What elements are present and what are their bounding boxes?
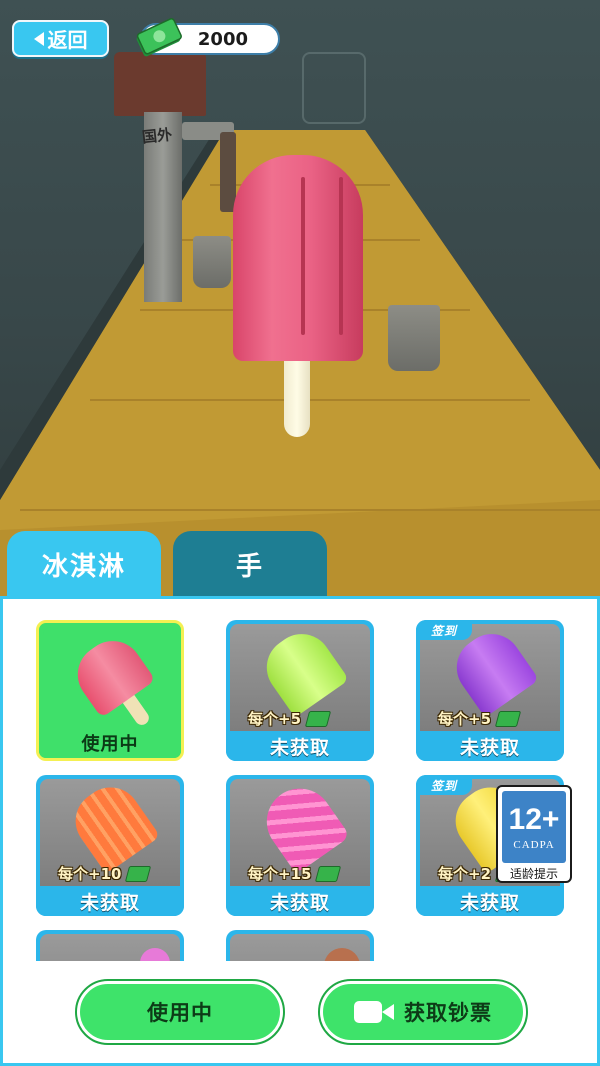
- get-money-button-label: 获取钞票: [404, 1001, 492, 1025]
- reward-tag: 每个+5: [248, 708, 332, 729]
- tab-hand[interactable]: 手: [173, 531, 327, 597]
- back-button[interactable]: 返回: [12, 20, 109, 57]
- signin-badge: 签到: [416, 620, 472, 640]
- cash-icon: [494, 710, 522, 727]
- cup-left: [193, 236, 231, 288]
- in-use-button-label: 使用中: [147, 1001, 213, 1025]
- reward-text: 每个+2: [438, 865, 492, 883]
- skin-status: 未获取: [416, 886, 564, 916]
- skin-status: 未获取: [226, 731, 374, 761]
- skin-image: [230, 934, 370, 961]
- age-rating-number: 12+: [508, 803, 560, 836]
- age-rating-badge: 12+ CADPA 适龄提示: [496, 785, 572, 883]
- cash-icon: [315, 865, 342, 882]
- skin-grid: 使用中 每个+5 未获取 签到 每个+5 未获取 每个+10 未获取 每个+15…: [3, 599, 600, 961]
- money-amount: 2000: [197, 28, 248, 50]
- skin-card[interactable]: 签到 每个+5 未获取: [416, 620, 564, 761]
- back-button-label: 返回: [47, 28, 88, 52]
- skin-card[interactable]: [36, 930, 184, 961]
- tab-ice-cream[interactable]: 冰淇淋: [7, 531, 161, 597]
- cup-right: [388, 305, 440, 371]
- reward-tag: 每个+5: [438, 708, 522, 729]
- skin-status: 未获取: [36, 886, 184, 916]
- back-arrow-icon: [33, 31, 44, 46]
- skin-card[interactable]: 每个+10 未获取: [36, 775, 184, 916]
- reward-text: 每个+10: [58, 865, 122, 883]
- skin-status: 使用中: [39, 728, 181, 758]
- preview-popsicle: [233, 155, 363, 440]
- in-use-button[interactable]: 使用中: [75, 979, 285, 1045]
- skin-card[interactable]: 每个+15 未获取: [226, 775, 374, 916]
- age-rating-org: CADPA: [513, 839, 555, 851]
- reward-text: 每个+5: [248, 710, 302, 728]
- cash-icon: [136, 18, 182, 57]
- reward-text: 每个+15: [248, 865, 312, 883]
- skin-status: 未获取: [416, 731, 564, 761]
- skin-card[interactable]: 使用中: [36, 620, 184, 761]
- cash-icon: [304, 710, 332, 727]
- reward-text: 每个+5: [438, 710, 492, 728]
- glass-jar: [302, 52, 366, 124]
- age-rating-text: 适龄提示: [509, 867, 558, 881]
- age-rating-panel: 12+ CADPA: [502, 791, 566, 863]
- skin-card[interactable]: [226, 930, 374, 961]
- tab-hand-label: 手: [235, 551, 264, 582]
- skin-status: 未获取: [226, 886, 374, 916]
- video-camera-icon: [354, 999, 396, 1025]
- reward-tag: 每个+15: [248, 863, 342, 884]
- skin-image: [43, 627, 177, 728]
- get-money-button[interactable]: 获取钞票: [318, 979, 528, 1045]
- popsicle-body: [233, 155, 363, 361]
- skin-card[interactable]: 每个+5 未获取: [226, 620, 374, 761]
- signin-badge: 签到: [416, 775, 472, 795]
- machine-label: 国外: [141, 125, 173, 147]
- skin-image: [40, 934, 180, 961]
- cash-icon: [125, 865, 152, 882]
- tab-ice-cream-label: 冰淇淋: [41, 551, 126, 582]
- game-scene: 国外: [0, 0, 600, 600]
- ice-cream-machine: [112, 52, 236, 302]
- reward-tag: 每个+10: [58, 863, 152, 884]
